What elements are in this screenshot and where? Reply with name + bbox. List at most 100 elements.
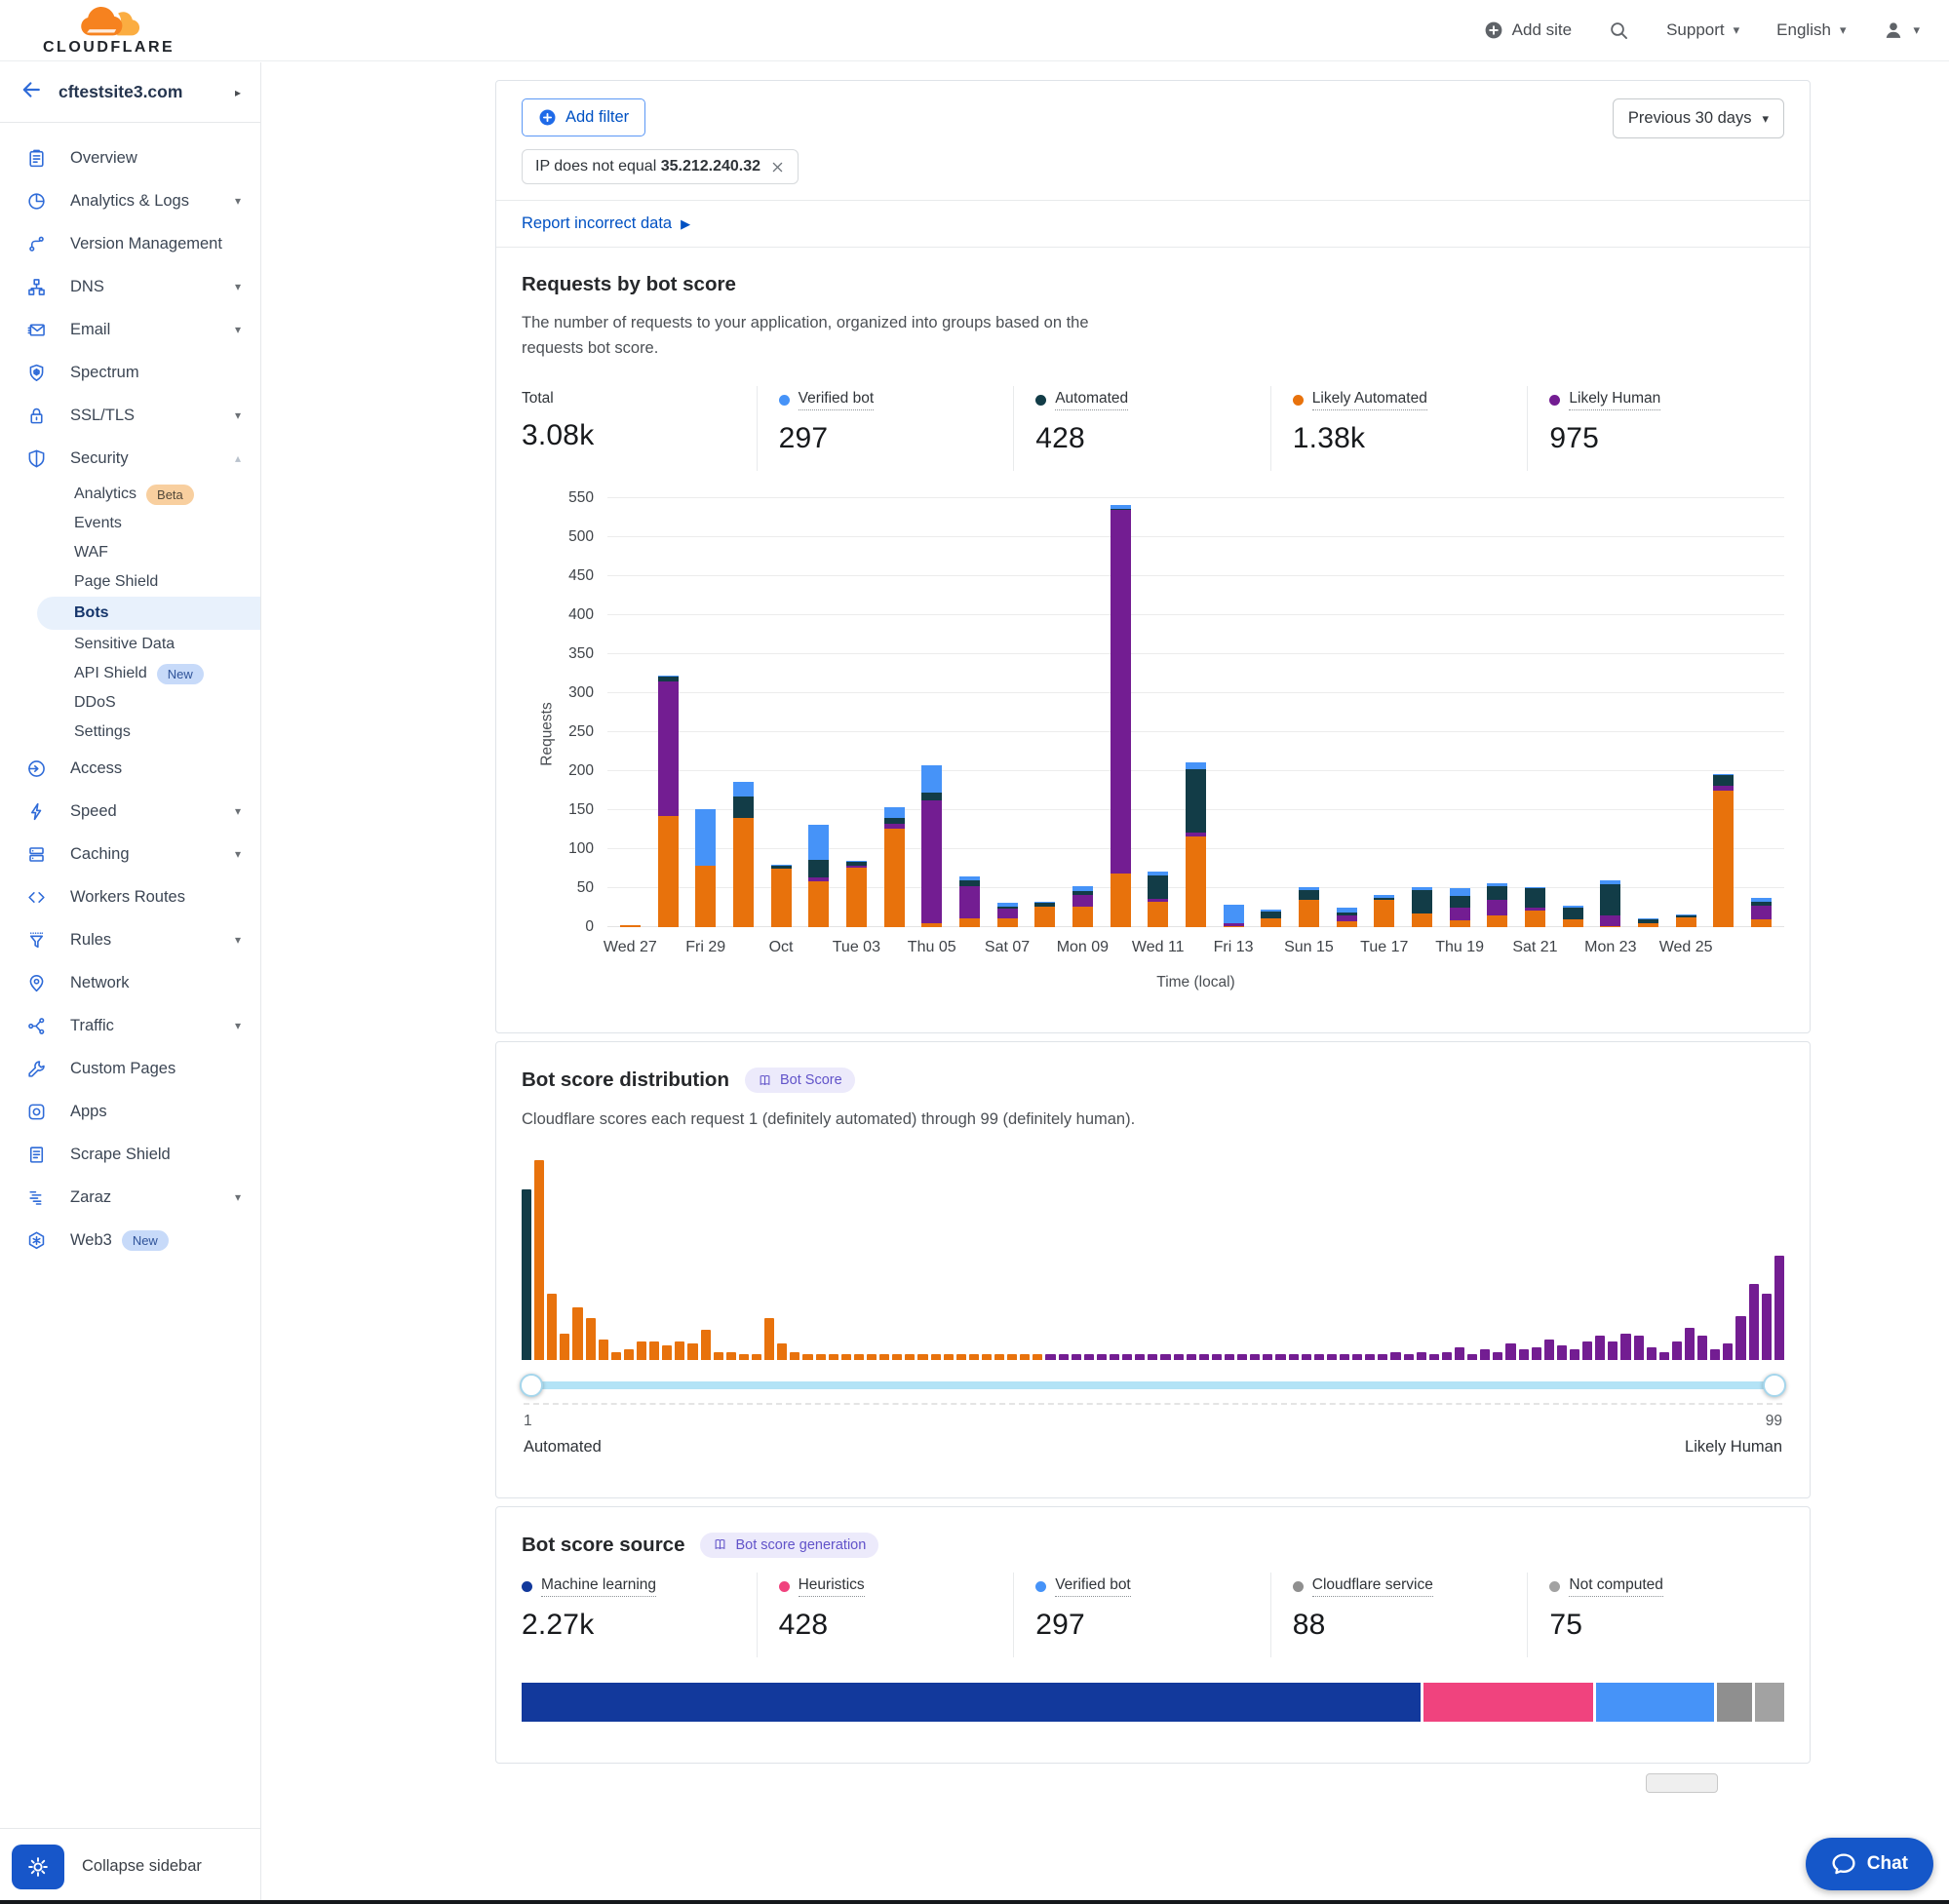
- sidebar-item-analytics-logs[interactable]: Analytics & Logs▾: [0, 179, 260, 222]
- sidebar-item-email[interactable]: Email▾: [0, 308, 260, 351]
- stacked-bar[interactable]: [1412, 498, 1432, 927]
- stat-label[interactable]: Verified bot: [1055, 1576, 1131, 1597]
- stacked-bar[interactable]: [1072, 498, 1093, 927]
- bar-segment: [733, 797, 754, 818]
- stacked-bar[interactable]: [1563, 498, 1583, 927]
- stat-label[interactable]: Not computed: [1569, 1576, 1663, 1597]
- chevron-right-icon[interactable]: ▸: [235, 86, 241, 99]
- stacked-bar[interactable]: [808, 498, 829, 927]
- stat-label[interactable]: Likely Human: [1569, 390, 1660, 410]
- sidebar-item-access[interactable]: Access: [0, 747, 260, 790]
- slider-handle-max[interactable]: [1763, 1374, 1786, 1397]
- stat-label[interactable]: Cloudflare service: [1312, 1576, 1433, 1597]
- stacked-bar[interactable]: [1676, 498, 1696, 927]
- collapse-sidebar-button[interactable]: Collapse sidebar: [82, 1857, 202, 1876]
- sidebar-item-apps[interactable]: Apps: [0, 1090, 260, 1133]
- sidebar-item-network[interactable]: Network: [0, 961, 260, 1004]
- sidebar-item-waf[interactable]: WAF: [0, 538, 260, 567]
- stacked-bar[interactable]: [1525, 498, 1545, 927]
- stat-value: 975: [1549, 422, 1784, 455]
- date-range-select[interactable]: Previous 30 days ▾: [1613, 98, 1784, 138]
- account-menu[interactable]: ▾: [1883, 19, 1920, 41]
- sidebar-item-scrape-shield[interactable]: Scrape Shield: [0, 1133, 260, 1176]
- stacked-bar[interactable]: [1111, 498, 1131, 927]
- bot-score-generation-badge[interactable]: Bot score generation: [700, 1533, 878, 1558]
- stacked-bar[interactable]: [1450, 498, 1470, 927]
- stacked-bar[interactable]: [1337, 498, 1357, 927]
- stat-machine-learning: Machine learning2.27k: [522, 1573, 757, 1657]
- chat-button[interactable]: Chat: [1806, 1838, 1933, 1890]
- sidebar-item-speed[interactable]: Speed▾: [0, 790, 260, 833]
- settings-gear-button[interactable]: [12, 1845, 64, 1889]
- sidebar-item-ddos[interactable]: DDoS: [0, 688, 260, 718]
- stacked-bar[interactable]: [997, 498, 1018, 927]
- report-incorrect-data-link[interactable]: Report incorrect data: [522, 214, 672, 233]
- sidebar-item-overview[interactable]: Overview: [0, 136, 260, 179]
- chevron-down-icon: ▾: [235, 804, 241, 818]
- sidebar-item-traffic[interactable]: Traffic▾: [0, 1004, 260, 1047]
- sidebar-item-events[interactable]: Events: [0, 509, 260, 538]
- stacked-bar[interactable]: [884, 498, 905, 927]
- sidebar-item-dns[interactable]: DNS▾: [0, 265, 260, 308]
- histogram-bar: [726, 1352, 736, 1360]
- stacked-bar[interactable]: [846, 498, 867, 927]
- sidebar-item-custom-pages[interactable]: Custom Pages: [0, 1047, 260, 1090]
- stat-label[interactable]: Likely Automated: [1312, 390, 1427, 410]
- stacked-bar[interactable]: [1487, 498, 1507, 927]
- stat-label[interactable]: Machine learning: [541, 1576, 656, 1597]
- stacked-bar[interactable]: [695, 498, 716, 927]
- sidebar-item-api-shield[interactable]: API ShieldNew: [0, 659, 260, 688]
- sidebar-item-label: Network: [70, 974, 130, 992]
- stacked-bar[interactable]: [1374, 498, 1394, 927]
- stacked-bar[interactable]: [1034, 498, 1055, 927]
- sidebar-item-spectrum[interactable]: Spectrum: [0, 351, 260, 394]
- stat-label[interactable]: Automated: [1055, 390, 1128, 410]
- close-icon[interactable]: [770, 160, 785, 175]
- stacked-bar[interactable]: [1261, 498, 1281, 927]
- search-button[interactable]: [1609, 20, 1629, 41]
- stacked-bar[interactable]: [1148, 498, 1168, 927]
- sidebar-item-label: Analytics & Logs: [70, 192, 189, 211]
- stacked-bar[interactable]: [1299, 498, 1319, 927]
- support-menu[interactable]: Support ▾: [1666, 20, 1739, 40]
- sidebar-item-workers-routes[interactable]: Workers Routes: [0, 875, 260, 918]
- stacked-bar[interactable]: [658, 498, 679, 927]
- stacked-bar[interactable]: [1638, 498, 1658, 927]
- stacked-bar[interactable]: [1713, 498, 1734, 927]
- add-site-button[interactable]: Add site: [1484, 20, 1572, 40]
- sidebar-item-bots[interactable]: Bots: [37, 597, 260, 630]
- sidebar-item-ssl-tls[interactable]: SSL/TLS▾: [0, 394, 260, 437]
- sidebar-item-zaraz[interactable]: Zaraz▾: [0, 1176, 260, 1219]
- stat-label[interactable]: Heuristics: [799, 1576, 865, 1597]
- chat-label: Chat: [1867, 1853, 1908, 1875]
- bot-score-badge[interactable]: Bot Score: [745, 1068, 855, 1093]
- stacked-bar[interactable]: [1224, 498, 1244, 927]
- stacked-bar[interactable]: [771, 498, 792, 927]
- stat-label[interactable]: Verified bot: [799, 390, 875, 410]
- stacked-bar[interactable]: [1751, 498, 1772, 927]
- x-tick-label: Tue 03: [833, 939, 880, 956]
- sidebar-item-analytics[interactable]: AnalyticsBeta: [0, 480, 260, 509]
- cloudflare-cloud-icon: [73, 5, 145, 38]
- stacked-bar[interactable]: [921, 498, 942, 927]
- language-menu[interactable]: English ▾: [1776, 20, 1846, 40]
- add-filter-button[interactable]: Add filter: [522, 98, 645, 136]
- sidebar-item-caching[interactable]: Caching▾: [0, 833, 260, 875]
- back-button[interactable]: [19, 78, 43, 106]
- slider-handle-min[interactable]: [520, 1374, 543, 1397]
- sidebar-item-web3[interactable]: Web3New: [0, 1219, 260, 1262]
- sidebar-item-security[interactable]: Security▴: [0, 437, 260, 480]
- sidebar-item-version-management[interactable]: Version Management: [0, 222, 260, 265]
- stacked-bar[interactable]: [620, 498, 641, 927]
- sidebar-item-settings[interactable]: Settings: [0, 718, 260, 747]
- bot-score-badge-label: Bot Score: [780, 1072, 842, 1088]
- stat-verified-bot: Verified bot297: [757, 386, 1014, 471]
- score-range-slider[interactable]: [531, 1381, 1774, 1389]
- sidebar-item-rules[interactable]: Rules▾: [0, 918, 260, 961]
- stacked-bar[interactable]: [1186, 498, 1206, 927]
- stacked-bar[interactable]: [1600, 498, 1620, 927]
- stacked-bar[interactable]: [733, 498, 754, 927]
- sidebar-item-page-shield[interactable]: Page Shield: [0, 567, 260, 597]
- sidebar-item-sensitive-data[interactable]: Sensitive Data: [0, 630, 260, 659]
- stacked-bar[interactable]: [959, 498, 980, 927]
